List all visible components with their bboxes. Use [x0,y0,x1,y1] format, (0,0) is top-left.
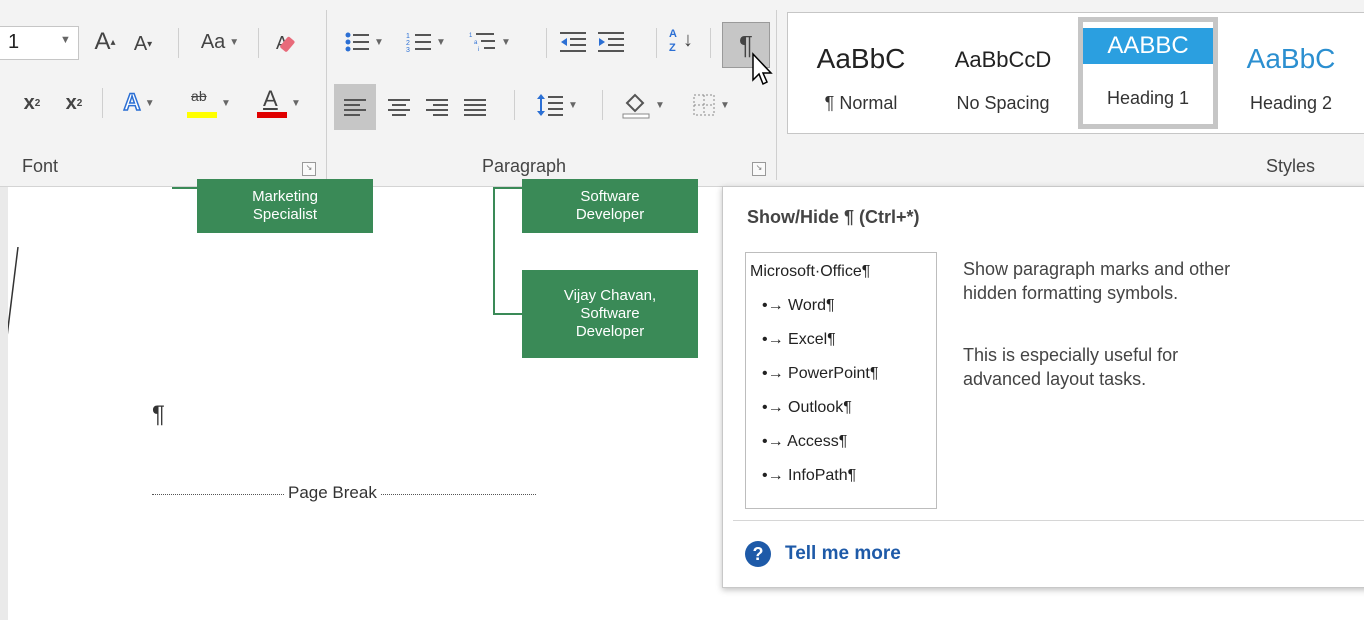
change-case-button[interactable]: Aa ▼ [190,25,250,59]
align-right-button[interactable] [420,90,454,124]
line-spacing-button[interactable]: ▼ [526,88,588,122]
sample-item: •→ Word¶ [762,297,835,314]
increase-indent-icon [598,32,624,52]
borders-icon [693,94,715,116]
paint-bucket-icon [622,93,650,119]
align-right-icon [426,96,448,119]
sort-icon: A Z ↓ [669,28,693,54]
sample-item: •→ Access¶ [762,433,848,450]
tooltip-description-1: Show paragraph marks and other hidden fo… [963,259,1231,303]
numbering-icon: 1 2 3 [406,33,432,54]
org-box-software-developer[interactable]: Software Developer [522,179,698,233]
text-effects-button[interactable]: A ▼ [110,86,168,120]
clear-formatting-button[interactable]: A [266,25,306,59]
font-color-icon: A [257,86,288,118]
tooltip-description-2: This is especially useful for advanced l… [963,345,1179,389]
style-no-spacing[interactable]: AaBbCcD No Spacing [934,13,1072,131]
shrink-font-button[interactable]: A ▾ [126,27,160,61]
styles-gallery: AaBbC ¶ Normal AaBbCcD No Spacing AABBC … [787,12,1364,134]
sample-item: •→ Outlook¶ [762,399,852,416]
subscript-label: x [23,91,35,114]
font-size-value: 1 [8,31,20,53]
styles-group-label: Styles [1266,156,1316,176]
decrease-indent-icon [560,32,586,52]
borders-button[interactable]: ▼ [680,88,742,122]
numbering-button[interactable]: 1 2 3 ▼ [398,25,454,59]
line-spacing-icon [537,94,564,116]
align-center-button[interactable] [382,90,416,124]
grow-font-button[interactable]: A ▴ [88,25,122,59]
style-heading-1[interactable]: AABBC Heading 1 [1078,17,1218,129]
bullets-button[interactable]: ▼ [336,25,392,59]
justify-icon [464,96,486,119]
svg-text:1: 1 [469,33,473,39]
highlight-color-button[interactable]: ab ▼ [178,86,240,120]
tooltip-sample-image: Microsoft·Office¶ •→ Word¶ •→ Excel¶ •→ … [745,252,937,509]
org-box-marketing-specialist[interactable]: Marketing Specialist [197,179,373,233]
svg-text:i: i [478,47,479,53]
increase-indent-button[interactable] [594,25,628,59]
shrink-font-icon: A [133,32,148,55]
superscript-button[interactable]: x2 [56,86,92,120]
multilevel-list-icon: 1 a i [469,33,496,53]
sort-button[interactable]: A Z ↓ [664,25,700,59]
chevron-down-icon: ▼ [60,34,71,46]
paragraph-dialog-launcher-icon[interactable]: ↘ [752,162,766,176]
font-dialog-launcher-icon[interactable]: ↘ [302,162,316,176]
svg-text:a: a [474,40,478,46]
bullets-icon [345,32,370,52]
shading-button[interactable]: ▼ [612,88,674,122]
mouse-cursor-icon [752,52,773,86]
show-hide-tooltip: Show/Hide ¶ (Ctrl+*) Microsoft·Office¶ •… [722,186,1364,588]
page-break-label: Page Break [284,483,381,503]
sample-item: •→ Excel¶ [762,331,836,348]
style-normal[interactable]: AaBbC ¶ Normal [788,13,934,131]
sample-item: •→ InfoPath¶ [762,467,857,484]
grow-font-icon: A [94,28,111,55]
font-size-combobox[interactable]: 1 ▼ [0,26,79,60]
paragraph-mark: ¶ [152,401,165,428]
superscript-label: x [65,91,77,114]
multilevel-list-button[interactable]: 1 a i ▼ [460,25,520,59]
ribbon: 1 ▼ A ▴ A ▾ Aa ▼ A x2 x2 A ▼ ab ▼ A ▼ Fo… [0,0,1364,187]
font-group-label: Font [22,156,59,176]
svg-text:1: 1 [406,33,410,40]
svg-text:2: 2 [406,40,410,47]
text-effects-icon: A [123,88,142,117]
tell-me-more-label: Tell me more [785,543,901,564]
align-left-button[interactable] [334,84,376,130]
align-center-icon [388,96,410,119]
decrease-indent-button[interactable] [556,25,590,59]
align-left-icon [344,96,366,119]
page-break-marker: Page Break [152,483,536,505]
svg-text:3: 3 [406,47,410,54]
subscript-button[interactable]: x2 [14,86,50,120]
tell-me-more-link[interactable]: ? Tell me more [745,539,901,569]
org-box-vijay-chavan[interactable]: Vijay Chavan, Software Developer [522,270,698,358]
sample-heading: Microsoft·Office¶ [750,263,871,280]
help-icon: ? [745,541,771,567]
sample-item: •→ PowerPoint¶ [762,365,879,382]
change-case-label: Aa [200,30,226,53]
highlighter-icon: ab [187,88,218,118]
style-heading-2[interactable]: AaBbC Heading 2 [1218,13,1364,131]
paragraph-group-label: Paragraph [482,156,567,176]
eraser-icon: A [276,33,295,53]
font-color-button[interactable]: A ▼ [248,86,310,120]
tooltip-title: Show/Hide ¶ (Ctrl+*) [747,207,920,227]
justify-button[interactable] [458,90,492,124]
